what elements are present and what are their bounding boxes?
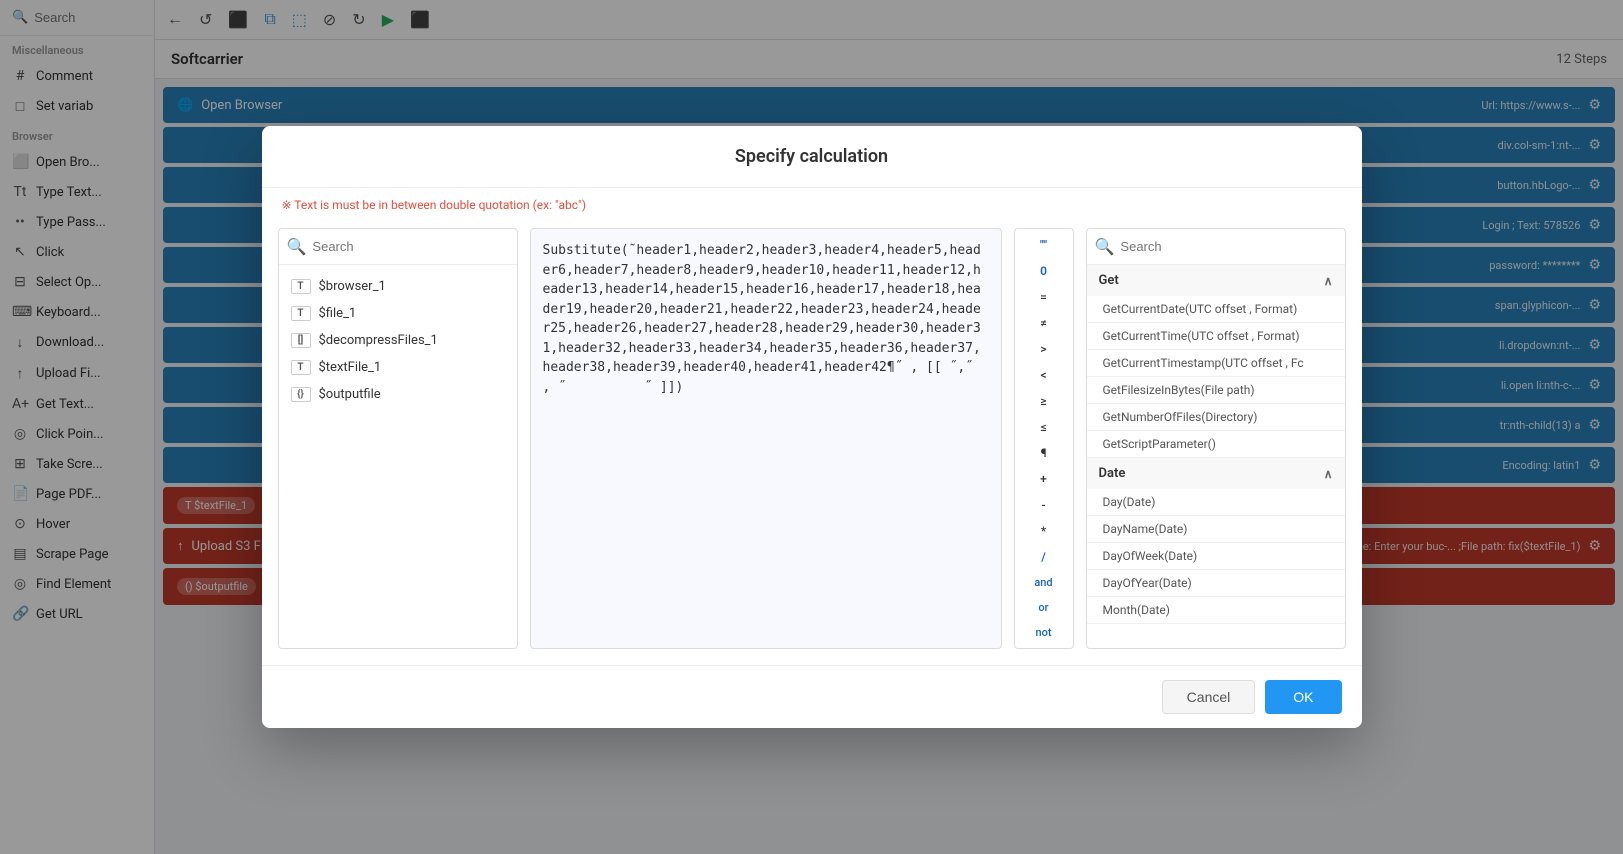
- modal-body: 🔍 T $browser_1 T $file_1 [] $decompressF…: [262, 212, 1362, 665]
- variable-item-browser1[interactable]: T $browser_1: [279, 273, 517, 300]
- vars-search-input[interactable]: [312, 239, 508, 254]
- function-group-date[interactable]: Date ∧: [1087, 458, 1345, 489]
- operator-notequals[interactable]: ≠: [1019, 311, 1069, 335]
- operators-panel: "" 0 = ≠ > < ≥ ≤ ¶ + - * / and or not: [1014, 228, 1074, 649]
- search-icon: 🔍: [1095, 237, 1115, 256]
- modal-overlay[interactable]: Specify calculation ※ Text is must be in…: [0, 0, 1623, 854]
- function-item[interactable]: DayName(Date): [1087, 516, 1345, 543]
- variables-panel: 🔍 T $browser_1 T $file_1 [] $decompressF…: [278, 228, 518, 649]
- var-type-badge: []: [291, 333, 311, 348]
- operator-quotes[interactable]: "": [1019, 233, 1069, 257]
- expression-textarea[interactable]: Substitute(˜header1,header2,header3,head…: [530, 228, 1002, 649]
- operator-or[interactable]: or: [1019, 596, 1069, 619]
- chevron-up-icon: ∧: [1324, 274, 1333, 288]
- function-item[interactable]: DayOfWeek(Date): [1087, 543, 1345, 570]
- function-item[interactable]: Day(Date): [1087, 489, 1345, 516]
- operator-divide[interactable]: /: [1019, 545, 1069, 569]
- cancel-button[interactable]: Cancel: [1162, 680, 1256, 714]
- var-type-badge: T: [291, 360, 311, 375]
- ok-button[interactable]: OK: [1265, 680, 1341, 714]
- chevron-up-icon: ∧: [1324, 467, 1333, 481]
- expression-panel: Substitute(˜header1,header2,header3,head…: [530, 228, 1002, 649]
- variable-item-outputfile[interactable]: {} $outputfile: [279, 381, 517, 408]
- modal-note: ※ Text is must be in between double quot…: [262, 188, 1362, 212]
- operator-para[interactable]: ¶: [1019, 441, 1069, 465]
- operator-lt[interactable]: <: [1019, 363, 1069, 387]
- var-type-badge: {}: [291, 387, 311, 402]
- operator-and[interactable]: and: [1019, 571, 1069, 594]
- variable-name: $decompressFiles_1: [319, 333, 438, 348]
- var-type-badge: T: [291, 306, 311, 321]
- function-group-get[interactable]: Get ∧: [1087, 265, 1345, 296]
- functions-scroll: Get ∧ GetCurrentDate(UTC offset , Format…: [1087, 265, 1345, 648]
- function-item[interactable]: GetCurrentDate(UTC offset , Format): [1087, 296, 1345, 323]
- operator-not[interactable]: not: [1019, 621, 1069, 644]
- operator-lte[interactable]: ≤: [1019, 415, 1069, 439]
- variable-name: $outputfile: [319, 387, 381, 402]
- function-item[interactable]: GetScriptParameter(): [1087, 431, 1345, 458]
- function-group-name: Date: [1099, 466, 1126, 481]
- variable-name: $textFile_1: [319, 360, 382, 375]
- modal-footer: Cancel OK: [262, 665, 1362, 728]
- operator-minus[interactable]: -: [1019, 493, 1069, 517]
- operator-plus[interactable]: +: [1019, 467, 1069, 491]
- function-item[interactable]: GetFilesizeInBytes(File path): [1087, 377, 1345, 404]
- variables-list: T $browser_1 T $file_1 [] $decompressFil…: [279, 265, 517, 648]
- vars-search-container[interactable]: 🔍: [279, 229, 517, 265]
- function-item[interactable]: GetCurrentTimestamp(UTC offset , Fc: [1087, 350, 1345, 377]
- variable-item-textfile1[interactable]: T $textFile_1: [279, 354, 517, 381]
- specify-calculation-modal: Specify calculation ※ Text is must be in…: [262, 126, 1362, 728]
- variable-name: $file_1: [319, 306, 357, 321]
- modal-title: Specify calculation: [262, 126, 1362, 188]
- variable-item-file1[interactable]: T $file_1: [279, 300, 517, 327]
- variable-item-decompressfiles[interactable]: [] $decompressFiles_1: [279, 327, 517, 354]
- operator-zero[interactable]: 0: [1019, 259, 1069, 283]
- function-group-name: Get: [1099, 273, 1119, 288]
- function-item[interactable]: Month(Date): [1087, 597, 1345, 624]
- operator-gte[interactable]: ≥: [1019, 389, 1069, 413]
- operator-multiply[interactable]: *: [1019, 519, 1069, 543]
- function-item[interactable]: GetNumberOfFiles(Directory): [1087, 404, 1345, 431]
- search-icon: 🔍: [287, 237, 307, 256]
- variable-name: $browser_1: [319, 279, 386, 294]
- function-item[interactable]: GetCurrentTime(UTC offset , Format): [1087, 323, 1345, 350]
- funcs-search-container[interactable]: 🔍: [1087, 229, 1345, 265]
- functions-panel: 🔍 Get ∧ GetCurrentDate(UTC offset , Form…: [1086, 228, 1346, 649]
- funcs-search-input[interactable]: [1120, 239, 1336, 254]
- var-type-badge: T: [291, 279, 311, 294]
- function-item[interactable]: DayOfYear(Date): [1087, 570, 1345, 597]
- operator-gt[interactable]: >: [1019, 337, 1069, 361]
- operator-equals[interactable]: =: [1019, 285, 1069, 309]
